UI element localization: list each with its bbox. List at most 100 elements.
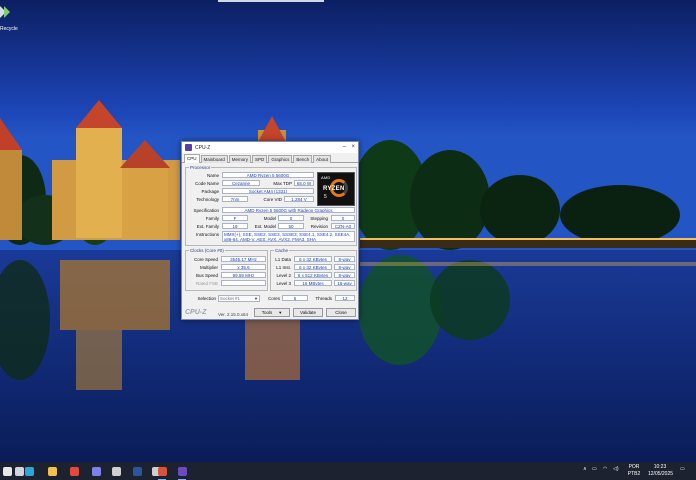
ryzen-logo-word: RYZEN [323,186,345,192]
start-icon [2,466,12,476]
display-icon[interactable]: ▭ [592,466,597,472]
clock-time: 10:23 [653,464,667,470]
pdf-icon [157,466,167,476]
language-indicator[interactable]: POR PTB2 [627,464,641,478]
codename-label: Code Name [194,181,219,186]
minimize-button[interactable]: – [343,144,346,151]
teams-icon [91,466,101,476]
cpuz-icon [177,466,187,476]
tab-bench[interactable]: Bench [293,155,313,163]
busspeed-label: Bus Speed [195,273,218,278]
extfamily-value: 19 [222,223,248,229]
threads-value: 12 [335,295,355,301]
tray-chevron-icon[interactable]: ∧ [583,466,587,472]
cores-label: Cores [267,296,280,301]
cache-row-label: L1 Data [275,257,291,262]
model-value: 0 [278,215,304,221]
tab-spd[interactable]: SPD [252,155,268,163]
family-label: Family [205,216,219,221]
cache-row-label: L1 Inst. [276,265,291,270]
taskbar-button-files[interactable] [110,465,122,477]
cache-size-value: 6 x 32 KBytes [294,264,332,270]
cpuz-footer-logo: CPU-Z [185,309,207,316]
maxtdp-value: 65.0 W [294,180,314,186]
version-text: Ver. 2.15.0.x64 [218,312,249,317]
extfamily-label: Ext. Family [196,224,219,229]
cpu-name-value: AMD Ryzen 5 5600G [222,172,314,178]
technology-label: Technology [196,197,219,202]
clock-date: 12/05/2025 [648,471,674,477]
package-value: Socket AM4 (1331) [222,188,314,194]
cache-assoc-value: 8-way [334,272,355,278]
taskbar-button-explorer[interactable] [46,465,58,477]
cache-group: Cache L1 Data 6 x 32 KBytes 8-way L1 Inst. 6… [270,248,357,291]
ryzen-logo: AMD RYZEN 5 [317,172,355,206]
recycle-bin-icon [0,6,10,18]
technology-value: 7nm [222,196,248,202]
multiplier-label: Multiplier [199,265,218,270]
corespeed-value: 3545.17 MHz [221,256,266,262]
files-icon [111,466,121,476]
tab-bar: CPU Mainboard Memory SPD Graphics Bench About [182,154,358,163]
corevid-label: Core VID [263,197,282,202]
taskbar-button-cpuz[interactable] [176,465,188,480]
taskbar-button-pdf[interactable] [156,465,168,480]
title-bar[interactable]: CPU-Z – × [182,142,358,153]
instructions-label: Instructions [195,232,219,237]
explorer-icon [47,466,57,476]
taskbar-button-teams[interactable] [90,465,102,477]
socket-select[interactable]: Socket #1 ▼ [218,295,260,302]
cache-size-value: 6 x 32 KBytes [294,256,332,262]
close-button-label: Close [335,310,347,315]
spec-value: AMD Ryzen 5 5600G with Radeon Graphics [222,207,355,213]
extmodel-label: Ext. Model [254,224,276,229]
codename-value: Cezanne [222,180,260,186]
wifi-icon[interactable]: ◠ [603,466,607,472]
selection-label: Selection [197,296,216,301]
amd-logo-text: AMD [321,175,331,180]
tab-about[interactable]: About [313,155,331,163]
tab-cpu[interactable]: CPU [184,154,200,163]
taskbar-button-chrome[interactable] [68,465,80,477]
revision-label: Revision [310,224,328,229]
notification-icon[interactable]: ▭ [680,466,685,472]
multiplier-value: x 35.6 [221,264,266,270]
tab-graphics[interactable]: Graphics [268,155,293,163]
tab-mainboard[interactable]: Mainboard [200,155,228,163]
desktop-icon-recycle[interactable]: Recycle [0,4,18,36]
taskbar: ∧ ▭ ◠ ◁) POR PTB2 10:23 12/05/2025 ▭ [0,462,696,480]
cache-assoc-value: 8-way [334,256,355,262]
revision-value: CZN-A0 [331,223,355,229]
cores-value: 6 [282,295,308,301]
model-label: Model [263,216,276,221]
ratedfsb-value [221,280,266,286]
maxtdp-label: Max TDP [273,181,292,186]
corespeed-label: Core Speed [193,257,218,262]
close-icon[interactable]: × [351,144,355,151]
cache-row-label: Level 3 [276,281,291,286]
clocks-group-title: Clocks (Core #0) [189,248,225,253]
package-label: Package [201,189,219,194]
top-window-strip [218,0,324,2]
close-button[interactable]: Close [326,308,356,317]
tools-button[interactable]: Tools ▼ [254,308,290,317]
stepping-value: 0 [331,215,355,221]
taskbar-button-start[interactable] [1,465,13,477]
cpuz-window[interactable]: CPU-Z – × CPU Mainboard Memory SPD Graphics B… [181,141,359,320]
chevron-down-icon: ▼ [278,310,283,315]
tab-memory[interactable]: Memory [228,155,252,163]
name-label: Name [206,173,219,178]
validate-button[interactable]: Validate [293,308,323,317]
edge-icon [24,466,34,476]
corevid-value: 1.284 V [284,196,314,202]
processor-group-title: Processor [189,165,212,170]
clocks-group: Clocks (Core #0) Core Speed 3545.17 MHz … [185,248,268,291]
chrome-icon [69,466,79,476]
volume-icon[interactable]: ◁) [613,466,619,472]
clock[interactable]: 10:23 12/05/2025 [648,464,674,478]
tools-button-label: Tools [261,310,273,315]
stepping-label: Stepping [310,216,328,221]
cache-assoc-value: 16-way [334,280,355,286]
taskbar-button-word[interactable] [131,465,143,477]
taskbar-button-edge[interactable] [23,465,35,477]
